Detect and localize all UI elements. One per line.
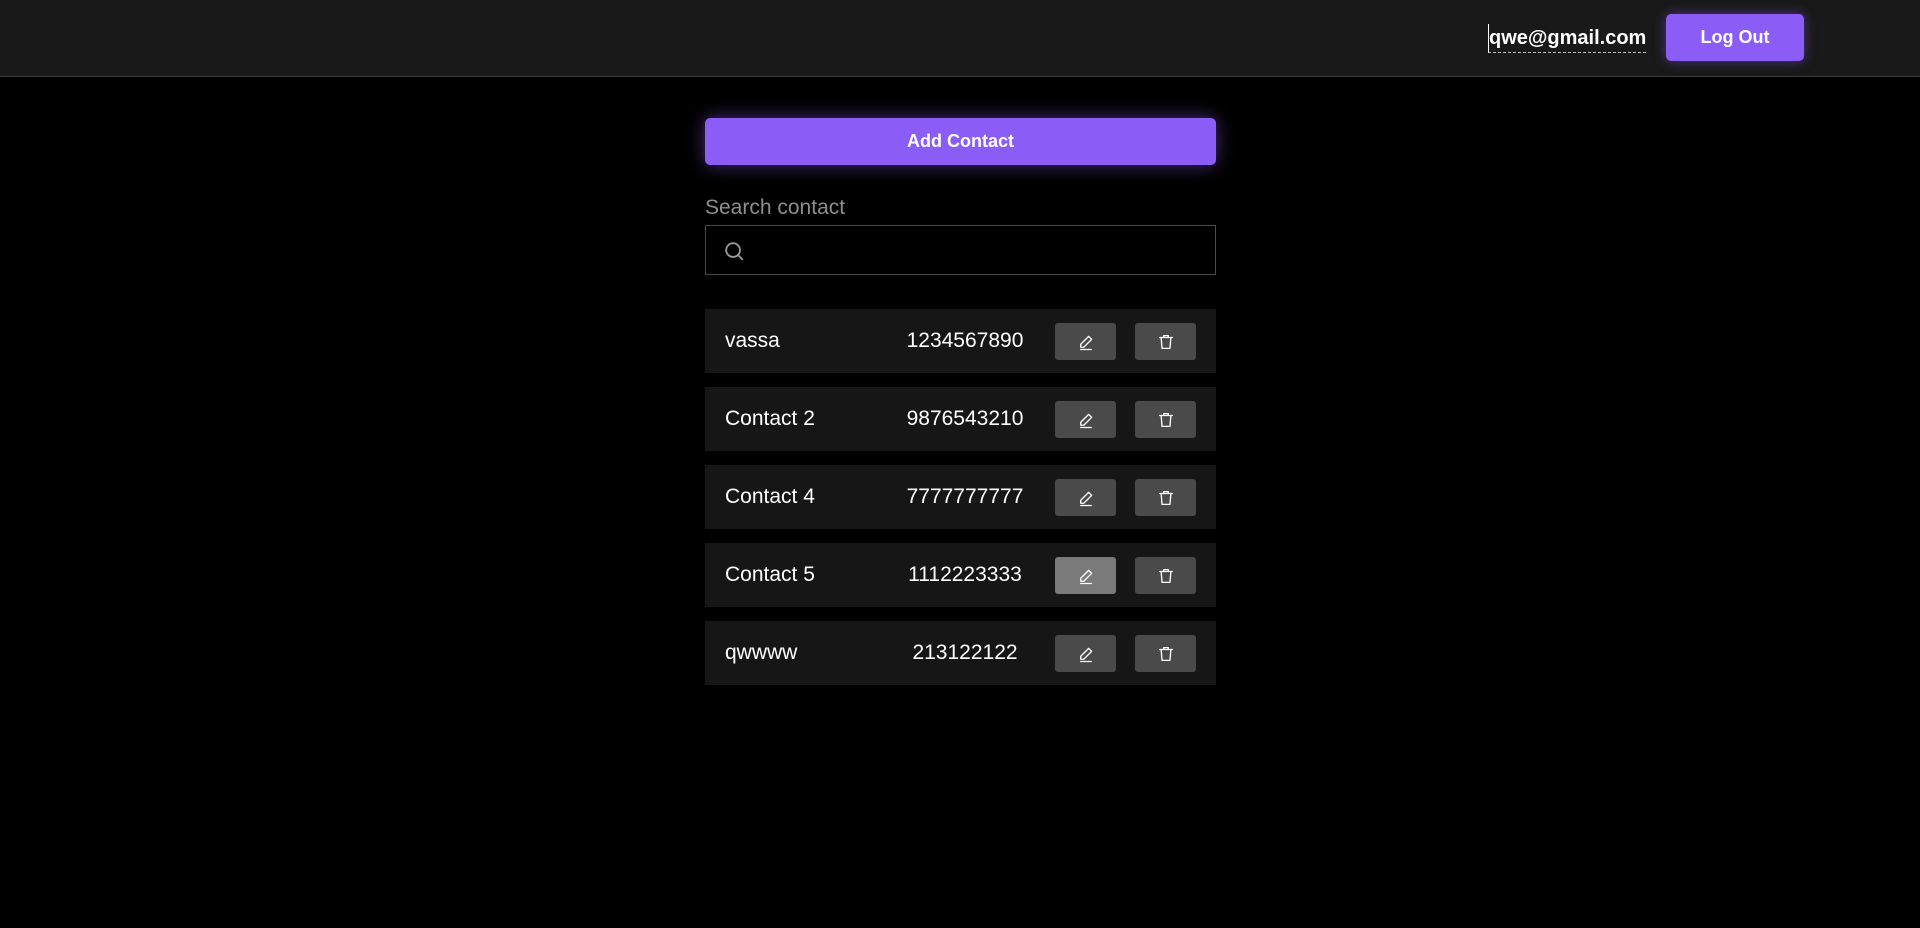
contact-row: vassa 1234567890 bbox=[705, 309, 1216, 373]
delete-contact-button[interactable] bbox=[1135, 323, 1196, 360]
contact-phone: 1112223333 bbox=[908, 563, 1022, 586]
contact-row: Contact 2 9876543210 bbox=[705, 387, 1216, 451]
contact-row: qwwww 213122122 bbox=[705, 621, 1216, 685]
contact-phone: 1234567890 bbox=[906, 329, 1024, 352]
logout-button[interactable]: Log Out bbox=[1666, 14, 1804, 61]
delete-contact-button[interactable] bbox=[1135, 479, 1196, 516]
trash-icon bbox=[1158, 334, 1173, 349]
contact-name: Contact 5 bbox=[725, 563, 815, 586]
pencil-icon bbox=[1079, 491, 1092, 506]
contact-phone: 7777777777 bbox=[906, 485, 1024, 508]
delete-contact-button[interactable] bbox=[1135, 635, 1196, 672]
search-icon bbox=[725, 242, 744, 261]
contact-row: Contact 4 7777777777 bbox=[705, 465, 1216, 529]
edit-contact-button[interactable] bbox=[1055, 557, 1116, 594]
pencil-icon bbox=[1079, 335, 1092, 350]
contact-list: vassa 1234567890 Contact 2 9876543210 Co… bbox=[705, 309, 1216, 685]
top-navbar: qwe@gmail.com Log Out bbox=[0, 0, 1920, 77]
contact-name: Contact 2 bbox=[725, 407, 815, 430]
contact-phone: 9876543210 bbox=[906, 407, 1024, 430]
contact-name: vassa bbox=[725, 329, 780, 352]
edit-contact-button[interactable] bbox=[1055, 479, 1116, 516]
contact-name: Contact 4 bbox=[725, 485, 815, 508]
pencil-icon bbox=[1079, 413, 1092, 428]
contact-name: qwwww bbox=[725, 641, 798, 664]
pencil-icon bbox=[1079, 647, 1092, 662]
contact-row: Contact 5 1112223333 bbox=[705, 543, 1216, 607]
user-email: qwe@gmail.com bbox=[1488, 24, 1647, 53]
edit-contact-button[interactable] bbox=[1055, 635, 1116, 672]
contact-phone: 213122122 bbox=[912, 641, 1018, 664]
delete-contact-button[interactable] bbox=[1135, 557, 1196, 594]
trash-icon bbox=[1158, 568, 1173, 583]
trash-icon bbox=[1158, 412, 1173, 427]
edit-contact-button[interactable] bbox=[1055, 401, 1116, 438]
edit-contact-button[interactable] bbox=[1055, 323, 1116, 360]
add-contact-button[interactable]: Add Contact bbox=[705, 118, 1216, 165]
pencil-icon bbox=[1079, 569, 1092, 584]
delete-contact-button[interactable] bbox=[1135, 401, 1196, 438]
trash-icon bbox=[1158, 646, 1173, 661]
trash-icon bbox=[1158, 490, 1173, 505]
search-field[interactable] bbox=[705, 225, 1216, 276]
contacts-panel: Add Contact Search contact vassa 1234567… bbox=[705, 118, 1216, 699]
search-input[interactable] bbox=[758, 226, 1212, 276]
search-label: Search contact bbox=[705, 196, 846, 219]
